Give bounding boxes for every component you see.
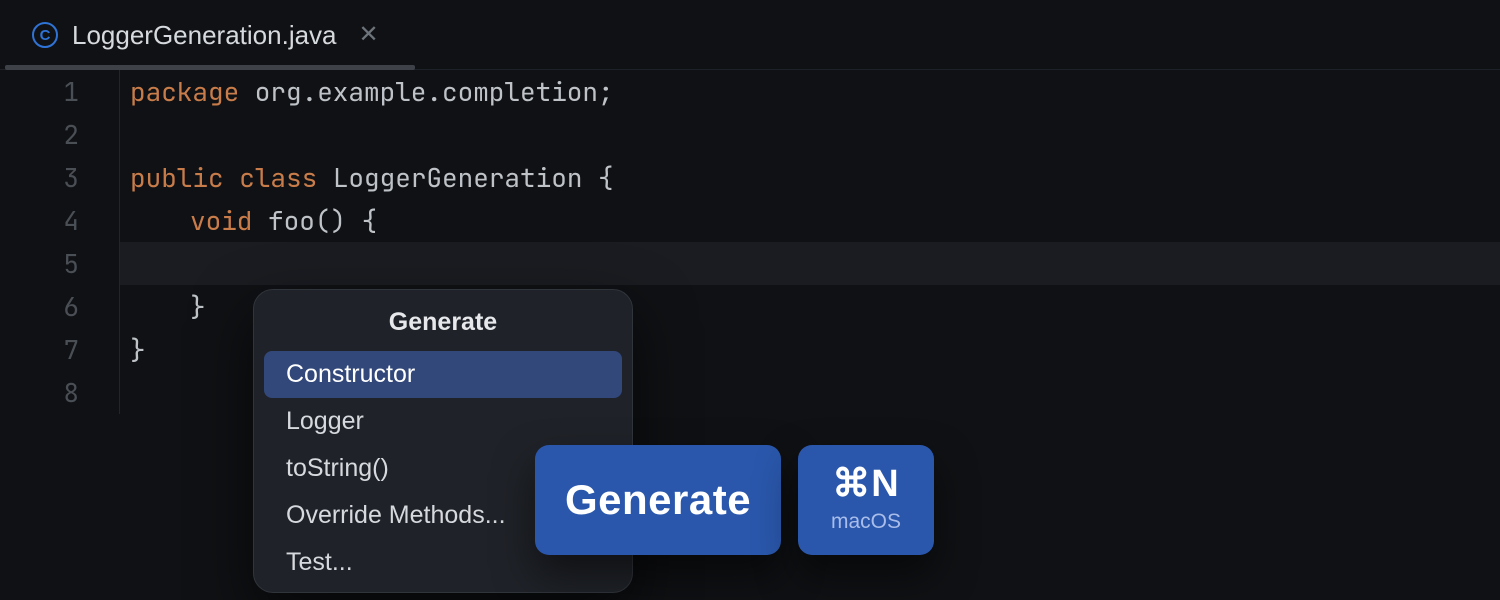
line-gutter: 1 2 3 4 5 6 7 8 (0, 70, 120, 414)
class-icon: C (32, 22, 58, 48)
line-number: 7 (0, 328, 79, 371)
code-line-current (120, 242, 1500, 285)
generate-item-constructor[interactable]: Constructor (264, 351, 622, 398)
code-line: package org.example.completion; (130, 70, 1500, 113)
action-tooltip: Generate (535, 445, 781, 555)
editor-tabbar: C LoggerGeneration.java ✕ (0, 0, 1500, 70)
shortcut-os: macOS (831, 510, 901, 534)
code-line: void foo() { (130, 199, 1500, 242)
generate-item-logger[interactable]: Logger (264, 398, 622, 445)
code-line: public class LoggerGeneration { (130, 156, 1500, 199)
code-editor[interactable]: 1 2 3 4 5 6 7 8 package org.example.comp… (0, 70, 1500, 414)
editor-tab[interactable]: C LoggerGeneration.java ✕ (14, 0, 397, 70)
line-number: 5 (0, 242, 79, 285)
line-number: 1 (0, 70, 79, 113)
code-line (130, 113, 1500, 156)
line-number: 3 (0, 156, 79, 199)
action-tooltip-label: Generate (565, 476, 751, 524)
line-number: 4 (0, 199, 79, 242)
line-number: 2 (0, 113, 79, 156)
svg-text:C: C (40, 27, 51, 44)
tab-filename: LoggerGeneration.java (72, 20, 337, 51)
shortcut-tooltip: ⌘N macOS (798, 445, 934, 555)
shortcut-keys: ⌘N (832, 461, 899, 506)
line-number: 8 (0, 371, 79, 414)
line-number: 6 (0, 285, 79, 328)
popup-title: Generate (254, 290, 632, 351)
close-icon[interactable]: ✕ (359, 23, 379, 47)
